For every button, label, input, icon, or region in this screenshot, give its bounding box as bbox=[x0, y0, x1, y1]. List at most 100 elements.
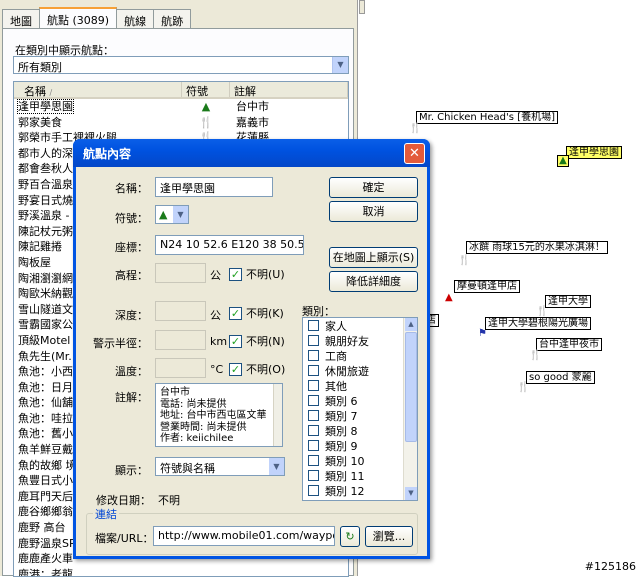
tab-waypoints[interactable]: 航點 (3089) bbox=[39, 7, 118, 29]
altitude-field[interactable] bbox=[155, 263, 206, 283]
depth-label: 深度： bbox=[115, 309, 148, 322]
list-item[interactable]: 郭家美食 🍴 嘉義市 bbox=[14, 115, 348, 131]
category-name: 類別 7 bbox=[325, 409, 358, 423]
ok-button[interactable]: 確定 bbox=[329, 177, 418, 198]
link-group-title: 連結 bbox=[93, 506, 119, 522]
category-checklist[interactable]: 家人 親朋好友 工商 休閒旅遊 其他 類別 6 類別 7 類別 8 類別 9 類別 10 類別 11… bbox=[302, 317, 418, 501]
symbol-picker[interactable]: ▲ ▼ bbox=[155, 205, 189, 224]
list-item[interactable]: 逢甲學思園 ▲ 台中市 bbox=[14, 99, 348, 115]
notes-line: 營業時間: 尚未提供 bbox=[160, 421, 247, 433]
display-mode-select[interactable]: 符號與名稱 ▼ bbox=[155, 457, 285, 476]
symbol-cell bbox=[182, 567, 230, 576]
temperature-field[interactable] bbox=[155, 358, 206, 378]
modified-date-value: 不明 bbox=[158, 494, 180, 507]
browse-button[interactable]: 瀏覽... bbox=[365, 526, 413, 547]
waypoint-note bbox=[230, 567, 348, 576]
tab-map[interactable]: 地圖 bbox=[2, 9, 40, 29]
notes-scrollbar[interactable] bbox=[273, 384, 282, 446]
chevron-down-icon[interactable]: ▼ bbox=[173, 206, 188, 223]
category-checkbox[interactable]: 類別 7 bbox=[303, 408, 417, 423]
check-icon: ✓ bbox=[229, 362, 242, 376]
url-label: 檔案/URL： bbox=[95, 532, 154, 545]
notes-textarea[interactable]: 台中市 電話: 尚未提供 地址: 台中市西屯區文華 營業時間: 尚未提供 作者:… bbox=[155, 383, 283, 447]
category-scrollbar[interactable]: ▲ ▼ bbox=[403, 318, 417, 500]
close-icon[interactable]: ✕ bbox=[404, 143, 425, 164]
category-checkbox[interactable]: 類別 11 bbox=[303, 468, 417, 483]
alarm-unknown-checkbox[interactable]: ✓ 不明(N) bbox=[229, 333, 285, 349]
column-header-name[interactable]: 名稱 ∕ bbox=[14, 82, 182, 98]
chevron-down-icon[interactable]: ▼ bbox=[332, 57, 348, 73]
category-checkbox[interactable]: 親朋好友 bbox=[303, 333, 417, 348]
checkbox-box bbox=[308, 320, 319, 331]
map-label-night-market[interactable]: 台中逢甲夜市 bbox=[536, 338, 602, 351]
alarm-radius-field[interactable] bbox=[155, 330, 206, 350]
category-items: 家人 親朋好友 工商 休閒旅遊 其他 類別 6 類別 7 類別 8 類別 9 類別 10 類別 11… bbox=[303, 318, 417, 498]
scroll-thumb[interactable] bbox=[405, 332, 417, 442]
map-label-so-good[interactable]: so good 蒙麗 bbox=[526, 371, 595, 384]
check-icon: ✓ bbox=[229, 306, 242, 320]
checkbox-box bbox=[308, 395, 319, 406]
temperature-unknown-checkbox[interactable]: ✓ 不明(O) bbox=[229, 361, 285, 377]
fork-icon: 🍴 bbox=[536, 306, 549, 317]
category-name: 休閒旅遊 bbox=[325, 364, 369, 378]
map-label-restaurant[interactable]: 摩曼頓逢甲店 bbox=[454, 280, 520, 293]
waypoint-properties-dialog: 航點內容 ✕ 名稱： 逢甲學思園 符號： ▲ ▼ 座標： N24 10 52.6… bbox=[73, 139, 430, 559]
category-name: 其他 bbox=[325, 379, 347, 393]
waypoint-name: 鹿港：老龍 bbox=[18, 567, 73, 577]
category-name: 類別 8 bbox=[325, 424, 358, 438]
category-checkbox[interactable]: 工商 bbox=[303, 348, 417, 363]
chevron-down-icon[interactable]: ▼ bbox=[405, 487, 417, 500]
notes-line: 地址: 台中市西屯區文華 bbox=[160, 410, 267, 421]
category-checkbox[interactable]: 休閒旅遊 bbox=[303, 363, 417, 378]
map-scrollbar[interactable] bbox=[359, 0, 365, 14]
depth-unknown-checkbox[interactable]: ✓ 不明(K) bbox=[229, 305, 284, 321]
waypoint-name: 郭家美食 bbox=[18, 115, 62, 129]
altitude-unknown-checkbox[interactable]: ✓ 不明(U) bbox=[229, 266, 285, 282]
watermark: #125186 bbox=[584, 560, 636, 573]
checkbox-box bbox=[308, 440, 319, 451]
map-label-fcu-plaza[interactable]: 逢甲大學碧根陽光廣場 bbox=[485, 317, 591, 330]
category-name: 親朋好友 bbox=[325, 334, 369, 348]
category-name: 類別 12 bbox=[325, 484, 365, 498]
map-label-selected-waypoint[interactable]: 逢甲學思園 bbox=[566, 146, 622, 159]
category-checkbox[interactable]: 類別 8 bbox=[303, 423, 417, 438]
cancel-button[interactable]: 取消 bbox=[329, 201, 418, 222]
name-field[interactable]: 逢甲學思園 bbox=[155, 177, 273, 197]
category-checkbox[interactable]: 類別 10 bbox=[303, 453, 417, 468]
column-header-note[interactable]: 註解 bbox=[230, 82, 348, 98]
open-link-icon[interactable]: ↻ bbox=[340, 526, 360, 547]
category-checkbox[interactable]: 類別 6 bbox=[303, 393, 417, 408]
checkbox-box bbox=[308, 425, 319, 436]
category-checkbox[interactable]: 類別 9 bbox=[303, 438, 417, 453]
show-on-map-button[interactable]: 在地圖上顯示(S) bbox=[329, 247, 418, 268]
tab-tracks[interactable]: 航跡 bbox=[153, 9, 192, 29]
coordinate-field[interactable]: N24 10 52.6 E120 38 50.5 bbox=[155, 235, 304, 255]
chevron-up-icon[interactable]: ▲ bbox=[405, 318, 417, 331]
map-label-chicken-head[interactable]: Mr. Chicken Head's [養机場] bbox=[416, 111, 558, 124]
map-label-fcu[interactable]: 逢甲大學 bbox=[545, 295, 591, 308]
depth-field[interactable] bbox=[155, 301, 206, 321]
category-filter-select[interactable]: 所有類別 ▼ bbox=[13, 56, 349, 74]
category-checkbox[interactable]: 家人 bbox=[303, 318, 417, 333]
checkbox-box bbox=[308, 470, 319, 481]
map-label-ice-cream[interactable]: 冰饌 雨球15元的水果冰淇淋！ bbox=[466, 241, 608, 254]
category-checkbox[interactable]: 類別 12 bbox=[303, 483, 417, 498]
dialog-titlebar[interactable]: 航點內容 ✕ bbox=[73, 139, 430, 167]
url-field[interactable]: http://www.mobile01.com/waypointdet bbox=[153, 526, 335, 546]
link-group: 連結 檔案/URL： http://www.mobile01.com/waypo… bbox=[86, 506, 418, 555]
reduce-detail-button[interactable]: 降低詳細度 bbox=[329, 271, 418, 292]
fork-icon: 🍴 bbox=[409, 123, 422, 134]
list-item[interactable]: 鹿港：老龍 bbox=[14, 567, 348, 577]
notes-line: 作者: keiichilee bbox=[160, 433, 234, 444]
column-header-symbol[interactable]: 符號 bbox=[182, 82, 230, 98]
checkbox-box bbox=[308, 350, 319, 361]
checkbox-box bbox=[308, 365, 319, 376]
tree-icon: ▲ bbox=[201, 100, 211, 113]
check-icon: ✓ bbox=[229, 267, 242, 281]
category-name: 類別 11 bbox=[325, 469, 365, 483]
category-checkbox[interactable]: 其他 bbox=[303, 378, 417, 393]
altitude-unit: 公 bbox=[210, 269, 221, 282]
chevron-down-icon[interactable]: ▼ bbox=[269, 458, 284, 475]
checkbox-box bbox=[308, 485, 319, 496]
tab-routes[interactable]: 航線 bbox=[116, 9, 155, 29]
